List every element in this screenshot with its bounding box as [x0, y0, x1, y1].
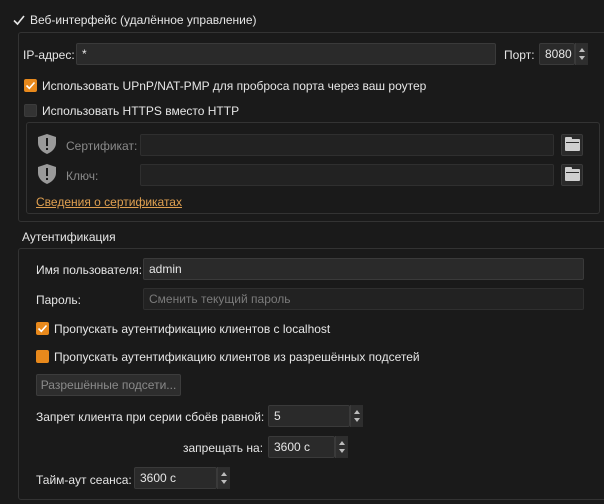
folder-icon — [565, 167, 580, 181]
ban-for-input[interactable]: 3600 с — [268, 436, 335, 458]
spin-down-icon — [579, 56, 585, 60]
session-timeout-input[interactable]: 3600 с — [134, 467, 217, 489]
webui-title: Веб-интерфейс (удалённое управление) — [30, 13, 257, 27]
password-input[interactable]: Сменить текущий пароль — [143, 288, 584, 310]
session-timeout-label: Тайм-аут сеанса: — [36, 473, 132, 487]
auth-section-title: Аутентификация — [22, 230, 116, 244]
spin-down-icon — [354, 418, 360, 422]
ban-after-input[interactable]: 5 — [268, 405, 350, 427]
ban-after-label: Запрет клиента при серии сбоёв равной: — [36, 410, 265, 424]
password-label: Пароль: — [36, 293, 81, 307]
key-input[interactable] — [140, 164, 554, 186]
bypass-subnets-checkbox[interactable] — [36, 350, 49, 363]
spin-down-icon — [339, 449, 345, 453]
allowed-subnets-button[interactable]: Разрешённые подсети... — [36, 374, 181, 396]
ip-address-input[interactable]: * — [76, 43, 496, 65]
check-icon — [37, 324, 48, 333]
key-browse-button[interactable] — [561, 164, 583, 186]
bypass-localhost-label: Пропускать аутентификацию клиентов с loc… — [54, 322, 331, 336]
check-icon — [25, 81, 36, 90]
key-label: Ключ: — [66, 169, 99, 183]
certificate-browse-button[interactable] — [561, 134, 583, 156]
https-label: Использовать HTTPS вместо HTTP — [42, 104, 240, 118]
spin-down-icon — [221, 480, 227, 484]
check-icon — [13, 15, 25, 26]
spin-up-icon — [354, 410, 360, 414]
webui-enable-checkbox[interactable] — [12, 13, 26, 27]
spin-up-icon — [579, 48, 585, 52]
username-label: Имя пользователя: — [36, 263, 143, 277]
shield-icon — [36, 133, 58, 155]
port-label: Порт: — [504, 48, 535, 62]
session-timeout-spinner[interactable] — [217, 467, 230, 489]
ban-for-spinner[interactable] — [335, 436, 348, 458]
bypass-subnets-label: Пропускать аутентификацию клиентов из ра… — [54, 350, 420, 364]
shield-icon — [36, 163, 58, 185]
folder-icon — [565, 137, 580, 151]
ban-for-label: запрещать на: — [183, 441, 264, 455]
certificate-label: Сертификат: — [66, 139, 138, 153]
upnp-checkbox[interactable] — [24, 79, 37, 92]
port-input[interactable]: 8080 — [539, 43, 575, 65]
spin-up-icon — [221, 472, 227, 476]
bypass-localhost-checkbox[interactable] — [36, 322, 49, 335]
certificate-input[interactable] — [140, 134, 554, 156]
certificate-info-link[interactable]: Сведения о сертификатах — [36, 195, 182, 209]
https-checkbox[interactable] — [24, 104, 37, 117]
port-spinner[interactable] — [575, 43, 588, 65]
username-input[interactable]: admin — [143, 258, 584, 280]
upnp-label: Использовать UPnP/NAT-PMP для проброса п… — [42, 79, 427, 93]
ip-address-label: IP-адрес: — [23, 48, 75, 62]
spin-up-icon — [339, 441, 345, 445]
ban-after-spinner[interactable] — [350, 405, 363, 427]
